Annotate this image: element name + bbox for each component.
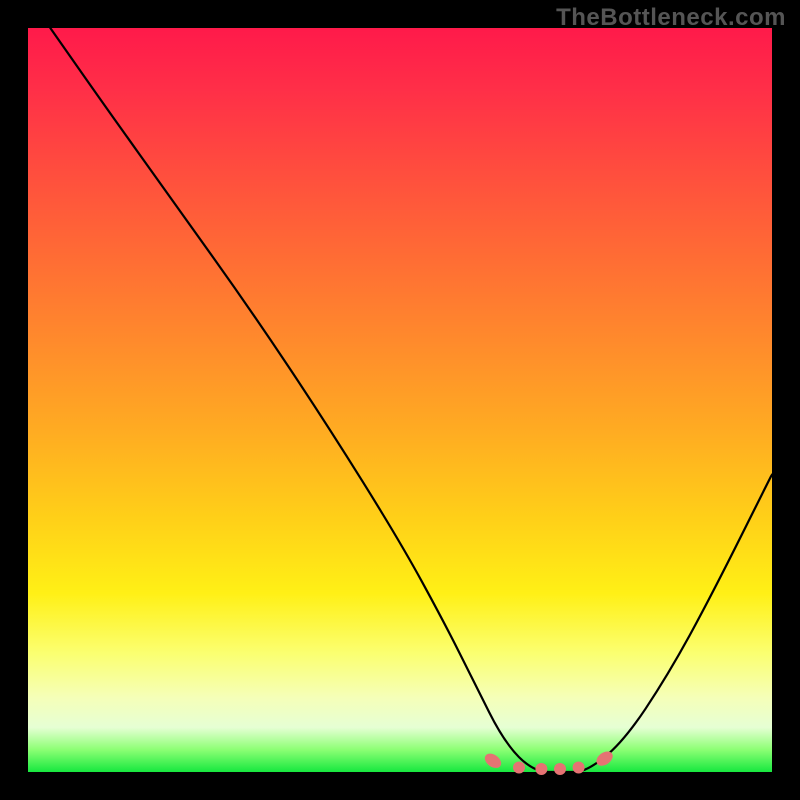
curve-overlay <box>28 28 772 772</box>
valley-dot <box>482 751 504 771</box>
valley-dot <box>513 762 525 774</box>
valley-dot <box>535 763 547 775</box>
chart-frame: TheBottleneck.com <box>0 0 800 800</box>
watermark-text: TheBottleneck.com <box>556 4 786 32</box>
valley-dot <box>573 762 585 774</box>
valley-dot <box>554 763 566 775</box>
bottleneck-curve <box>50 28 772 772</box>
